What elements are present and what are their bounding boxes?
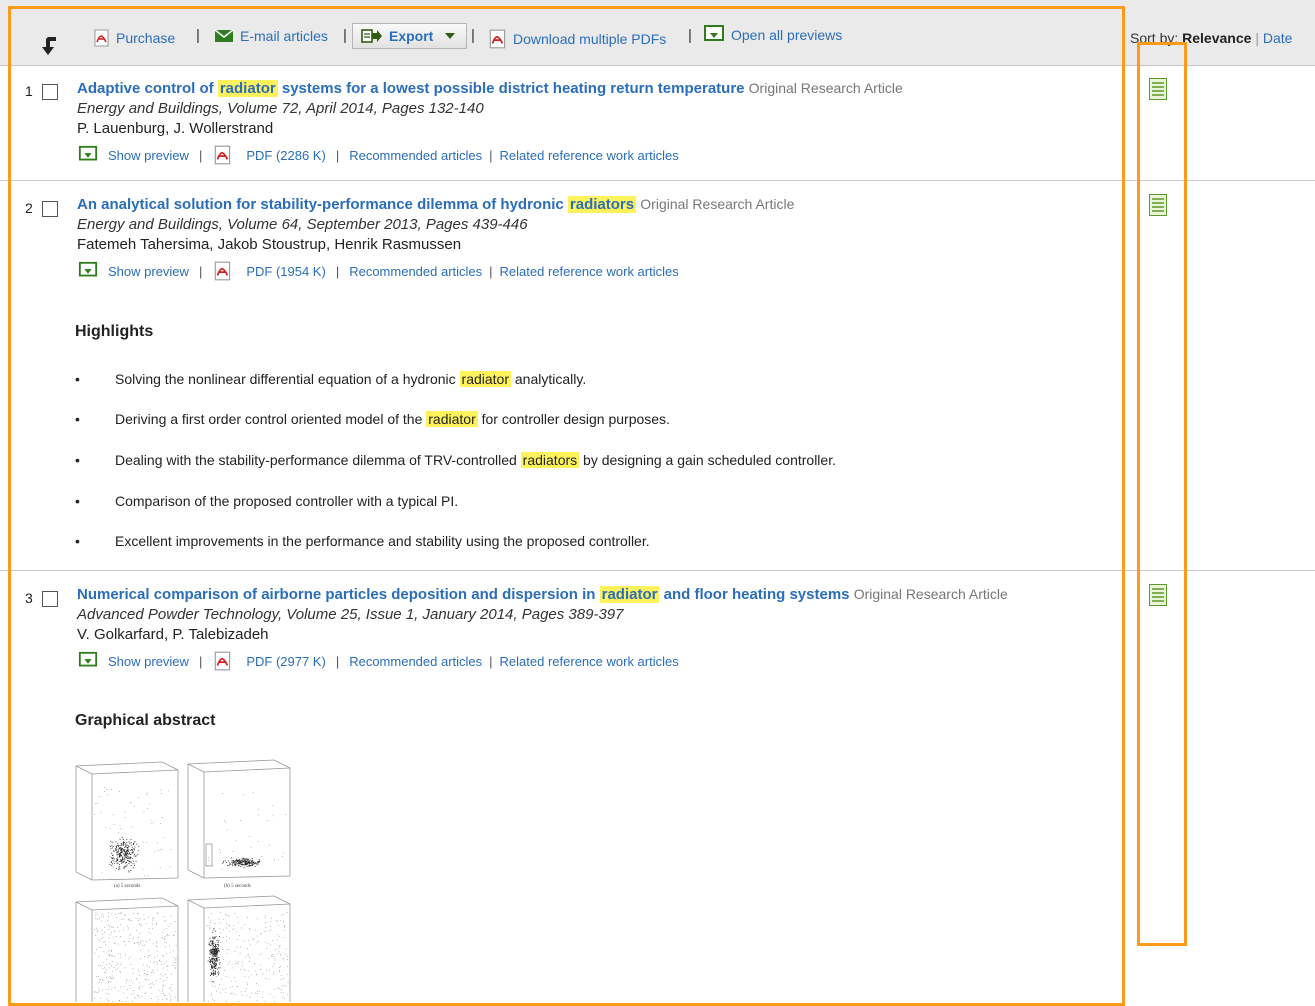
sort-relevance[interactable]: Relevance bbox=[1182, 30, 1251, 46]
sort-separator: | bbox=[1255, 30, 1259, 46]
annotation-frame-results bbox=[8, 6, 1125, 1006]
sort-date-link[interactable]: Date bbox=[1263, 30, 1293, 46]
annotation-frame-icons bbox=[1137, 42, 1187, 946]
